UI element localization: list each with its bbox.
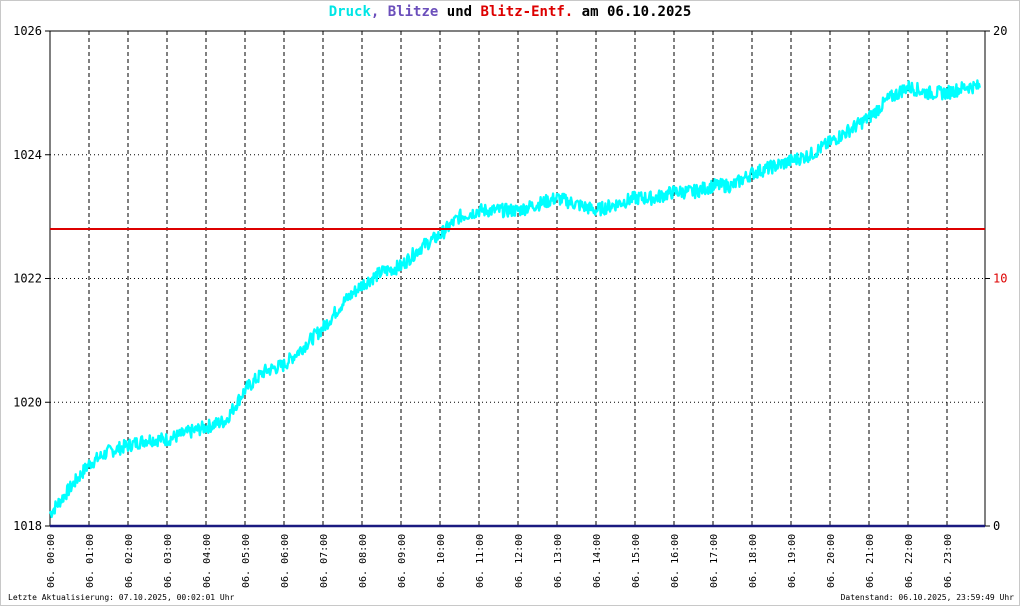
- x-tick-label: 06. 15:00: [631, 534, 642, 588]
- x-tick-label: 06. 10:00: [436, 534, 447, 588]
- x-tick-label: 06. 21:00: [865, 534, 876, 588]
- x-tick-label: 06. 04:00: [202, 534, 213, 588]
- y-left-tick-label: 1022: [13, 272, 42, 286]
- x-tick-label: 06. 02:00: [124, 534, 135, 588]
- x-tick-label: 06. 22:00: [904, 534, 915, 588]
- x-tick-label: 06. 19:00: [787, 534, 798, 588]
- x-tick-label: 06. 14:00: [592, 534, 603, 588]
- x-tick-label: 06. 16:00: [670, 534, 681, 588]
- chart-svg: 06. 00:00 06. 01:00 06. 02:00 06. 03:00 06. …: [13, 24, 1007, 588]
- y-left-tick-label: 1020: [13, 395, 42, 409]
- y-left-tick-label: 1018: [13, 519, 42, 533]
- series-druck-line: [48, 79, 981, 519]
- x-tick-label: 06. 03:00: [163, 534, 174, 588]
- footer-data-status: Datenstand: 06.10.2025, 23:59:49 Uhr: [840, 593, 1014, 602]
- x-tick-label: 06. 13:00: [553, 534, 564, 588]
- y-right-tick-label: 10: [993, 272, 1007, 286]
- x-tick-label: 06. 06:00: [280, 534, 291, 588]
- x-tick-label: 06. 08:00: [358, 534, 369, 588]
- y-left-tick-label: 1024: [13, 148, 42, 162]
- x-tick-label: 06. 01:00: [85, 534, 96, 588]
- x-tick-label: 06. 05:00: [241, 534, 252, 588]
- x-tick-label: 06. 07:00: [319, 534, 330, 588]
- x-tick-label: 06. 09:00: [397, 534, 408, 588]
- x-tick-label: 06. 11:00: [475, 534, 486, 588]
- x-tick-label: 06. 12:00: [514, 534, 525, 588]
- x-tick-label: 06. 00:00: [46, 534, 57, 588]
- y-left-tick-label: 1026: [13, 24, 42, 38]
- x-tick-label: 06. 23:00: [943, 534, 954, 588]
- x-tick-label: 06. 17:00: [709, 534, 720, 588]
- x-tick-label: 06. 20:00: [826, 534, 837, 588]
- footer-last-update: Letzte Aktualisierung: 07.10.2025, 00:02…: [8, 593, 235, 602]
- y-right-tick-label: 20: [993, 24, 1007, 38]
- y-right-tick-label: 0: [993, 519, 1000, 533]
- x-tick-label: 06. 18:00: [748, 534, 759, 588]
